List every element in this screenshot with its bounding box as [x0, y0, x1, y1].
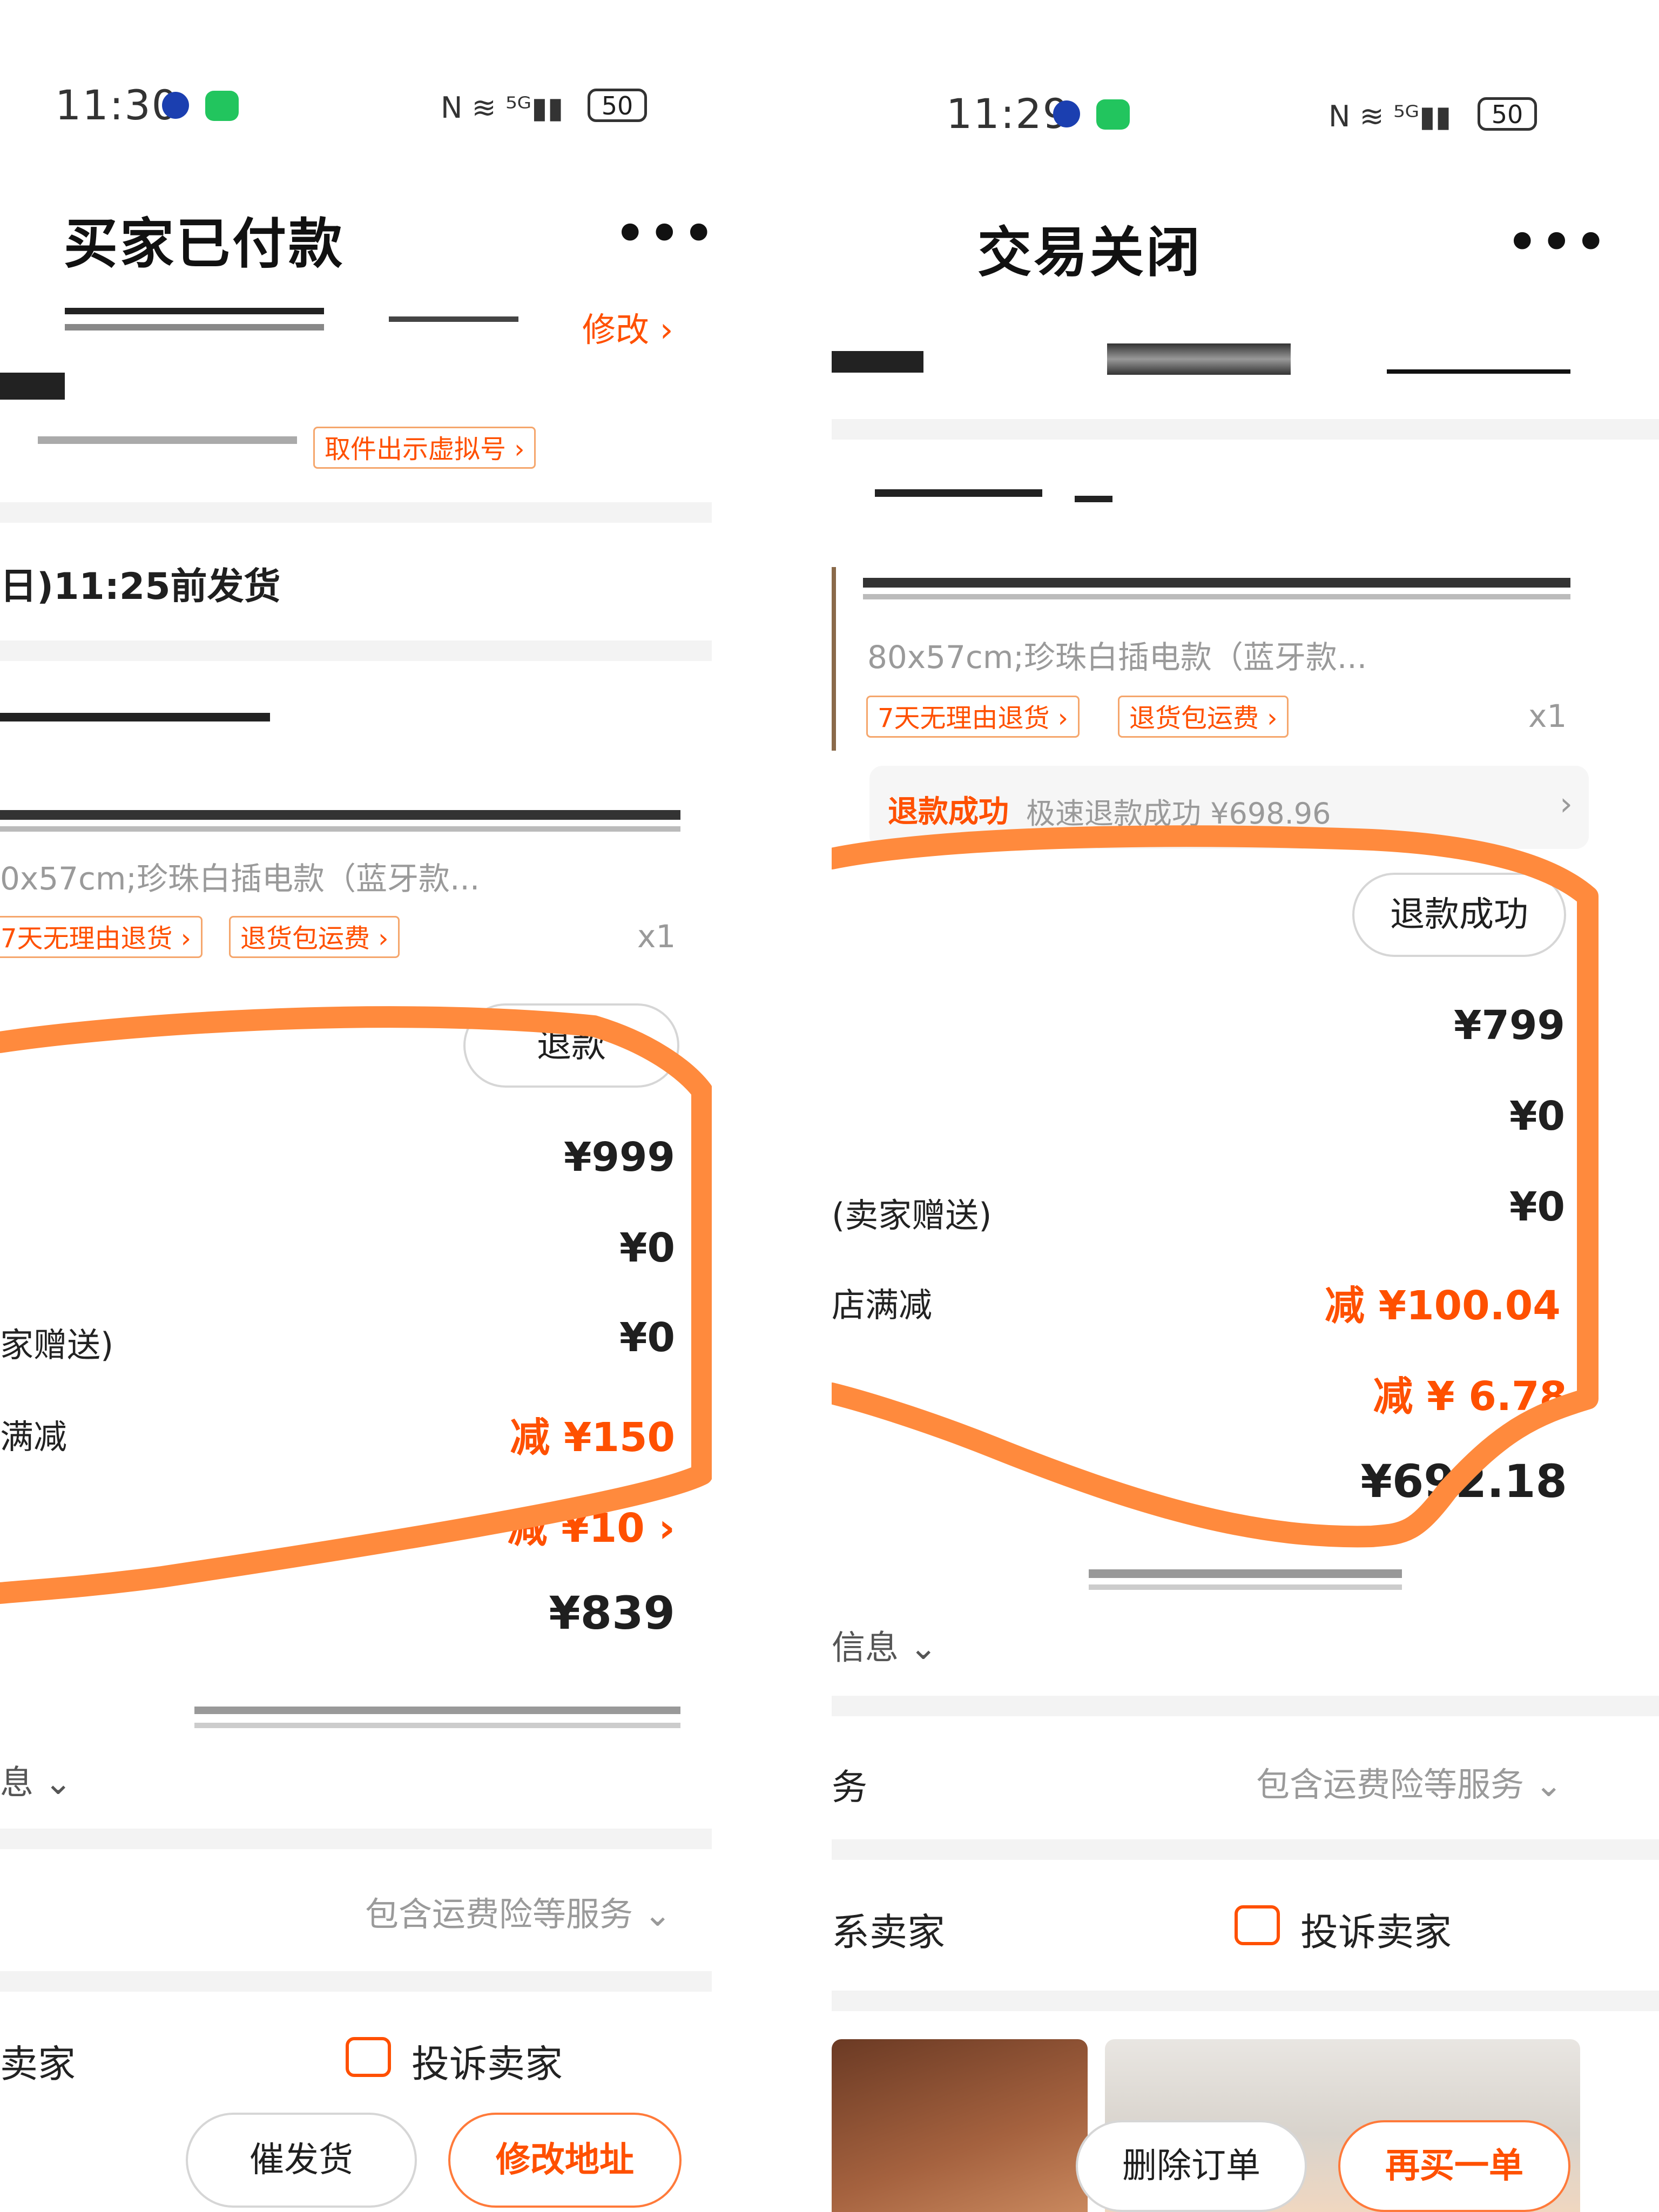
right-screenshot: 11:29 N ≋ ⁵ᴳ▮▮ 50 交易关闭 ••• 80x57cm;珍珠白插电…: [832, 0, 1659, 2212]
annotation-circle: [0, 1006, 712, 1604]
annotation-circle: [832, 825, 1599, 1548]
left-screenshot: 11:30 N ≋ ⁵ᴳ▮▮ 50 买家已付款 ••• 修改 › 取件出示虚拟号…: [0, 0, 712, 2212]
